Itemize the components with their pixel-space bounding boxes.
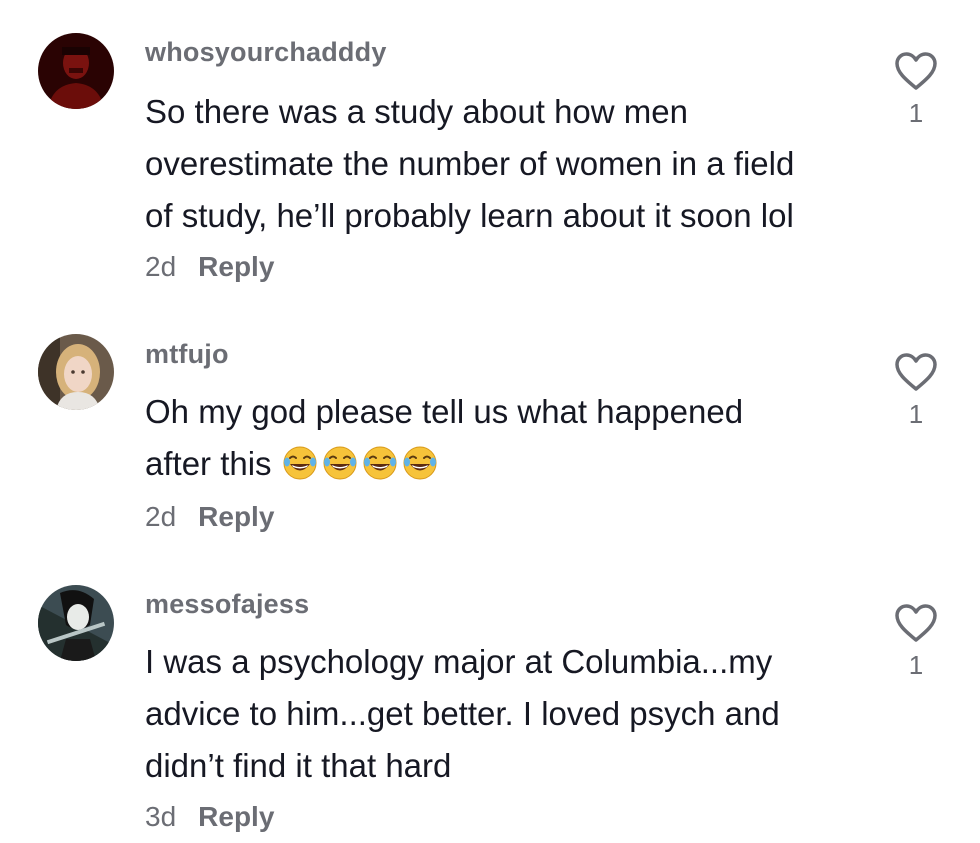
timestamp: 2d — [145, 501, 177, 532]
like-count: 1 — [908, 98, 924, 128]
comment-text-line: didn’t find it that hard — [145, 747, 452, 784]
avatar-image — [38, 33, 114, 109]
heart-outline-icon — [895, 353, 937, 391]
avatar-image — [38, 334, 114, 410]
emoji-group — [282, 444, 442, 496]
comment-text: So there was a study about how men overe… — [145, 86, 865, 242]
comment-text-line: Oh my god please tell us what happened — [145, 393, 744, 430]
comment-meta: 3d Reply — [145, 801, 274, 833]
comment-meta: 2d Reply — [145, 251, 274, 283]
timestamp: 2d — [145, 251, 177, 282]
comment-text-line: advice to him...get better. I loved psyc… — [145, 695, 780, 732]
face-with-tears-of-joy-emoji — [402, 445, 438, 481]
comment-meta: 2d Reply — [145, 501, 274, 533]
comment-text-line: of study, he’ll probably learn about it … — [145, 197, 794, 234]
heart-outline-icon — [895, 604, 937, 642]
face-with-tears-of-joy-emoji — [322, 445, 358, 481]
comment-text-fragment: after this — [145, 445, 272, 482]
comment-text: I was a psychology major at Columbia...m… — [145, 636, 865, 792]
like-button[interactable]: 1 — [893, 351, 939, 430]
heart-outline-icon — [895, 52, 937, 90]
avatar-image — [38, 585, 114, 661]
face-with-tears-of-joy-emoji — [362, 445, 398, 481]
comment-text-line: overestimate the number of women in a fi… — [145, 145, 795, 182]
username[interactable]: mtfujo — [145, 339, 229, 370]
face-with-tears-of-joy-emoji — [282, 445, 318, 481]
avatar[interactable] — [38, 585, 114, 661]
comment-text-line: after this — [145, 438, 865, 496]
username[interactable]: messofajess — [145, 589, 309, 620]
comment-text: Oh my god please tell us what happened a… — [145, 386, 865, 496]
like-count: 1 — [908, 650, 924, 680]
comment-text-line: I was a psychology major at Columbia...m… — [145, 643, 773, 680]
reply-button[interactable]: Reply — [198, 251, 274, 282]
username[interactable]: whosyourchadddy — [145, 37, 387, 68]
timestamp: 3d — [145, 801, 177, 832]
reply-button[interactable]: Reply — [198, 501, 274, 532]
avatar[interactable] — [38, 334, 114, 410]
like-button[interactable]: 1 — [893, 602, 939, 681]
avatar[interactable] — [38, 33, 114, 109]
like-count: 1 — [908, 399, 924, 429]
comment-text-line: So there was a study about how men — [145, 93, 688, 130]
like-button[interactable]: 1 — [893, 50, 939, 129]
reply-button[interactable]: Reply — [198, 801, 274, 832]
